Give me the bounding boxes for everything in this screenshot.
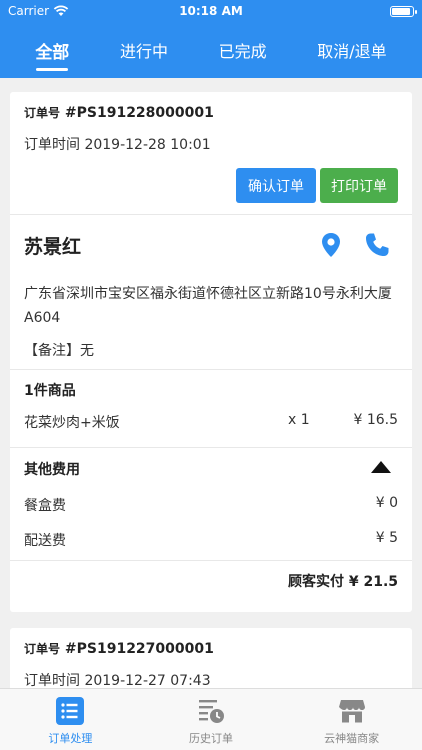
order-card: 订单号 #PS191228000001 订单时间 2019-12-28 10:0…	[10, 92, 412, 612]
order-number-label: 订单号	[24, 642, 61, 656]
tabbar-label: 云神猫商家	[324, 732, 380, 745]
order-tabs: 全部 进行中 已完成 取消/退单	[0, 22, 422, 78]
order-time: 订单时间 2019-12-28 10:01	[24, 137, 211, 153]
location-icon[interactable]	[316, 230, 346, 260]
tab-cancelled[interactable]: 取消/退单	[313, 32, 390, 68]
list-icon	[56, 697, 85, 725]
tabbar-label: 订单处理	[48, 732, 93, 745]
goods-count: 1件商品	[24, 383, 76, 399]
order-time: 订单时间 2019-12-27 07:43	[24, 673, 211, 689]
goods-name: 花菜炒肉+米饭	[24, 415, 120, 431]
fee-row: 配送费 ¥ 5	[24, 530, 398, 550]
fee-name: 餐盒费	[24, 498, 66, 514]
confirm-order-button[interactable]: 确认订单	[236, 168, 316, 203]
customer-address: 广东省深圳市宝安区福永街道怀德社区立新路10号永利大厦A604	[24, 286, 392, 326]
carrier-label: Carrier	[8, 4, 50, 18]
customer-name: 苏景红	[24, 236, 82, 258]
print-order-button[interactable]: 打印订单	[320, 168, 398, 203]
tabbar-label: 历史订单	[189, 732, 233, 745]
fee-name: 配送费	[24, 533, 66, 549]
goods-row: 花菜炒肉+米饭 x 1 ¥ 16.5	[24, 412, 398, 432]
divider	[10, 214, 412, 215]
battery-icon	[390, 5, 417, 17]
fee-amount: ¥ 0	[375, 495, 398, 511]
fee-row: 餐盒费 ¥ 0	[24, 495, 398, 515]
app-header: Carrier 10:18 AM 全部 进行中 已完成 取消/退单	[0, 0, 422, 78]
order-total: 顾客实付 ¥ 21.5	[287, 574, 398, 590]
tab-all[interactable]: 全部	[31, 32, 73, 69]
collapse-up-icon[interactable]	[370, 460, 392, 474]
status-bar: Carrier 10:18 AM	[0, 0, 422, 22]
phone-icon[interactable]	[362, 230, 392, 260]
divider	[10, 447, 412, 448]
tabbar-item-order-processing[interactable]: 订单处理	[0, 689, 141, 750]
order-number-value: #PS191227000001	[64, 641, 214, 657]
order-remark: 【备注】无	[24, 343, 94, 359]
tabbar-item-history[interactable]: 历史订单	[141, 689, 282, 750]
goods-price: ¥ 16.5	[353, 412, 398, 428]
tabbar-item-store[interactable]: 云神猫商家	[281, 689, 422, 750]
goods-quantity: x 1	[288, 412, 310, 428]
order-number-label: 订单号	[24, 106, 61, 120]
order-number: 订单号 #PS191227000001	[24, 640, 214, 657]
fee-amount: ¥ 5	[375, 530, 398, 546]
tab-completed[interactable]: 已完成	[215, 32, 271, 68]
divider	[10, 369, 412, 370]
bottom-tab-bar: 订单处理 历史订单 云神猫商家	[0, 688, 422, 750]
store-icon	[338, 700, 365, 723]
order-number-value: #PS191228000001	[64, 105, 214, 121]
other-fees-title: 其他费用	[24, 462, 80, 478]
order-number: 订单号 #PS191228000001	[24, 104, 214, 121]
wifi-icon	[53, 5, 69, 16]
tab-in-progress[interactable]: 进行中	[116, 32, 172, 68]
divider	[10, 560, 412, 561]
history-icon	[199, 700, 224, 723]
